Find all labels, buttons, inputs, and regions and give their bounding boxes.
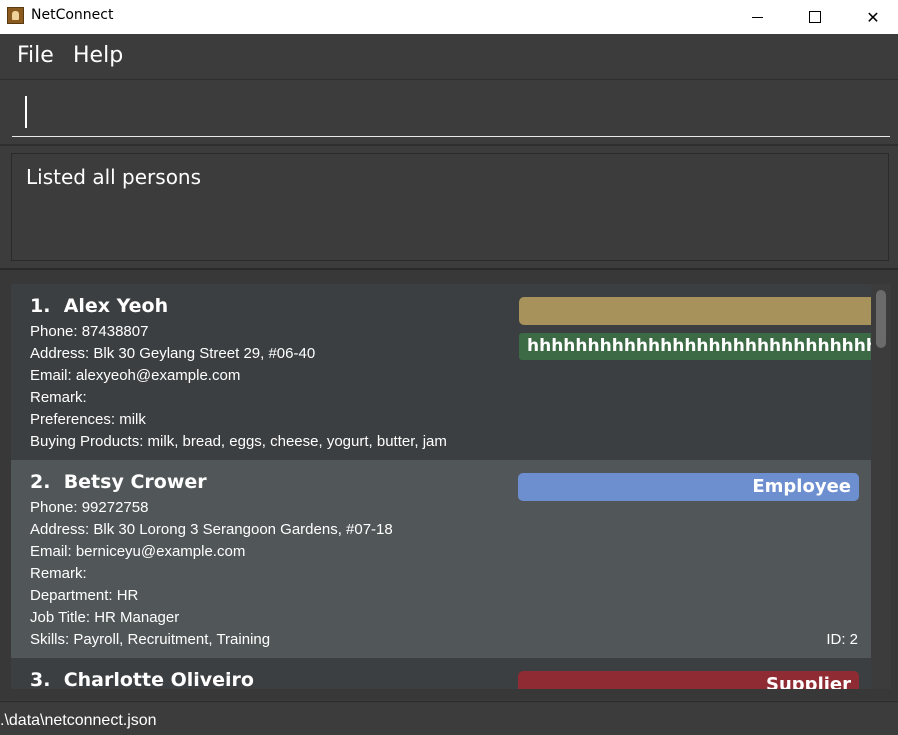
result-message: Listed all persons — [26, 165, 202, 189]
person-phone: Phone: 99272758 — [30, 499, 149, 516]
person-name-text: Charlotte Oliveiro — [63, 669, 254, 689]
person-card[interactable]: 2. Betsy Crower Employee Phone: 99272758… — [11, 460, 871, 658]
menu-file[interactable]: File — [17, 43, 54, 68]
result-box[interactable]: Listed all persons — [11, 153, 889, 261]
maximize-icon — [809, 11, 821, 23]
menu-help[interactable]: Help — [73, 43, 123, 68]
person-remark: Remark: — [30, 389, 87, 406]
person-name: 1. Alex Yeoh — [30, 295, 168, 317]
person-index: 3. — [30, 669, 51, 689]
person-id: ID: 2 — [826, 631, 858, 648]
person-buying-products: Buying Products: milk, bread, eggs, chee… — [30, 433, 447, 450]
text-caret — [25, 96, 27, 128]
command-box — [0, 80, 898, 146]
tag-badge: hhhhhhhhhhhhhhhhhhhhhhhhhhhhhhhhhhhhh — [519, 333, 871, 360]
person-name: 3. Charlotte Oliveiro — [30, 669, 254, 689]
minimize-button[interactable] — [728, 0, 786, 34]
menu-bar: File Help — [0, 34, 898, 80]
app-icon — [7, 7, 24, 24]
person-email: Email: alexyeoh@example.com — [30, 367, 241, 384]
command-input[interactable] — [12, 90, 890, 137]
person-list[interactable]: 1. Alex Yeoh hhhhhhhhhhhhhhhhhhhhhhhhhhh… — [11, 284, 871, 689]
result-display: Listed all persons — [0, 146, 898, 270]
person-card[interactable]: 3. Charlotte Oliveiro Supplier — [11, 658, 871, 689]
save-location: .\data\netconnect.json — [0, 712, 157, 729]
close-icon: ✕ — [866, 7, 880, 27]
person-name: 2. Betsy Crower — [30, 471, 207, 493]
person-email: Email: berniceyu@example.com — [30, 543, 246, 560]
title-bar: NetConnect ✕ — [0, 0, 898, 34]
person-name-text: Alex Yeoh — [63, 295, 169, 317]
close-button[interactable]: ✕ — [844, 0, 898, 34]
person-phone: Phone: 87438807 — [30, 323, 149, 340]
tag-badge: Employee — [518, 473, 859, 501]
scroll-thumb[interactable] — [876, 290, 886, 348]
person-job-title: Job Title: HR Manager — [30, 609, 180, 626]
list-scrollbar[interactable] — [871, 284, 891, 689]
person-card[interactable]: 1. Alex Yeoh hhhhhhhhhhhhhhhhhhhhhhhhhhh… — [11, 284, 871, 460]
tag-badge — [519, 297, 871, 325]
window-title: NetConnect — [31, 7, 114, 23]
maximize-button[interactable] — [786, 0, 844, 34]
person-index: 1. — [30, 295, 51, 317]
person-address: Address: Blk 30 Lorong 3 Serangoon Garde… — [30, 521, 393, 538]
tag-badge: Supplier — [518, 671, 859, 689]
person-remark: Remark: — [30, 565, 87, 582]
minimize-icon — [751, 16, 763, 18]
person-preferences: Preferences: milk — [30, 411, 146, 428]
person-name-text: Betsy Crower — [63, 471, 207, 493]
person-list-panel: 1. Alex Yeoh hhhhhhhhhhhhhhhhhhhhhhhhhhh… — [0, 270, 898, 700]
person-skills: Skills: Payroll, Recruitment, Training — [30, 631, 271, 648]
person-department: Department: HR — [30, 587, 139, 604]
status-bar: .\data\netconnect.json — [0, 701, 898, 735]
person-index: 2. — [30, 471, 51, 493]
person-address: Address: Blk 30 Geylang Street 29, #06-4… — [30, 345, 316, 362]
